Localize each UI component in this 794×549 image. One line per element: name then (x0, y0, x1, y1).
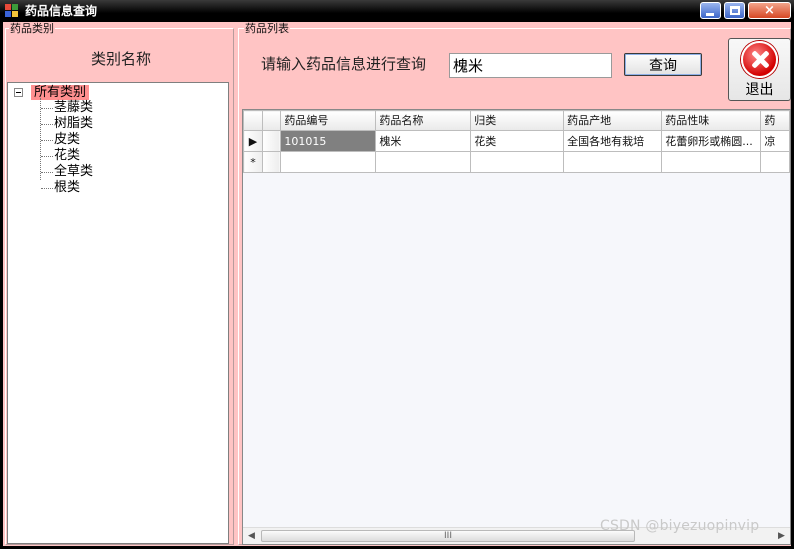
tree-node-label[interactable]: 根类 (54, 180, 80, 196)
cell-properties[interactable]: 花蕾卵形或椭圆... (661, 130, 762, 152)
new-row-cell[interactable] (470, 151, 565, 173)
watermark: CSDN @biyezuopinvip (600, 518, 760, 534)
tree-node-child[interactable]: 全草类 (8, 164, 208, 180)
scroll-right-arrow-icon[interactable]: ▶ (773, 528, 790, 544)
tree-node-child[interactable]: 皮类 (8, 132, 208, 148)
tree-node-child[interactable]: 树脂类 (8, 116, 208, 132)
tree-node-child[interactable]: 根类 (8, 180, 208, 196)
scroll-left-arrow-icon[interactable]: ◀ (243, 528, 260, 544)
cell-origin[interactable]: 全国各地有栽培 (563, 130, 663, 152)
row-header-spacer (261, 130, 282, 152)
new-row-cell[interactable] (661, 151, 762, 173)
tree-connector (41, 124, 53, 125)
cell-drug-id[interactable]: 101015 (280, 130, 377, 152)
column-header-origin[interactable]: 药品产地 (563, 110, 663, 131)
new-row-cell[interactable] (280, 151, 377, 173)
new-row-cell[interactable] (760, 151, 790, 173)
cell-drug-name[interactable]: 槐米 (375, 130, 472, 152)
title-bar: 药品信息查询 × (0, 0, 794, 22)
column-header-truncated[interactable]: 药 (760, 110, 790, 131)
category-column-header: 类别名称 (9, 36, 233, 82)
tree-node-label[interactable]: 茎藤类 (54, 100, 93, 116)
maximize-button[interactable] (724, 2, 745, 19)
scrollbar-thumb[interactable]: III (261, 530, 635, 542)
query-button[interactable]: 查询 (624, 53, 702, 76)
new-row-cell[interactable] (563, 151, 663, 173)
table-row[interactable]: ▶ 101015 槐米 花类 全国各地有栽培 花蕾卵形或椭圆... 凉 (243, 130, 790, 152)
new-row[interactable]: * (243, 151, 790, 173)
tree-connector (41, 172, 53, 173)
new-row-indicator-icon[interactable]: * (243, 151, 263, 173)
category-group-title: 药品类别 (9, 22, 55, 35)
search-prompt-label: 请输入药品信息进行查询 (261, 55, 427, 73)
column-header-id[interactable]: 药品编号 (280, 110, 377, 131)
new-row-cell[interactable] (375, 151, 472, 173)
row-header-spacer (261, 151, 282, 173)
drug-list-group-title: 药品列表 (244, 22, 290, 35)
grid-table: 药品编号 药品名称 归类 药品产地 药品性味 药 ▶ 101015 槐米 花类 … (243, 110, 790, 173)
grid-header-row: 药品编号 药品名称 归类 药品产地 药品性味 药 (243, 110, 790, 131)
minimize-icon (706, 13, 714, 16)
close-icon: × (764, 3, 775, 18)
tree-node-child[interactable]: 茎藤类 (8, 100, 208, 116)
tree-node-label[interactable]: 全草类 (54, 164, 93, 180)
cell-category[interactable]: 花类 (470, 130, 565, 152)
grid-corner[interactable] (243, 110, 263, 131)
main-window-body: 药品类别 类别名称 所有类别 茎藤类 树脂类 皮类 花类 全草类 根类 药品列表… (3, 22, 791, 546)
drug-data-grid[interactable]: 药品编号 药品名称 归类 药品产地 药品性味 药 ▶ 101015 槐米 花类 … (242, 109, 791, 545)
app-icon (5, 4, 19, 18)
tree-connector (41, 108, 53, 109)
tree-node-label[interactable]: 皮类 (54, 132, 80, 148)
column-header-category[interactable]: 归类 (470, 110, 565, 131)
column-header-name[interactable]: 药品名称 (375, 110, 472, 131)
tree-connector (41, 156, 53, 157)
exit-button[interactable]: 退出 (728, 38, 791, 101)
close-circle-icon (741, 41, 778, 78)
grid-corner (261, 110, 282, 131)
tree-connector (41, 188, 53, 189)
current-row-indicator-icon[interactable]: ▶ (243, 130, 263, 152)
cell-truncated[interactable]: 凉 (760, 130, 790, 152)
window-title: 药品信息查询 (25, 4, 98, 18)
column-header-properties[interactable]: 药品性味 (661, 110, 762, 131)
search-input[interactable] (449, 53, 612, 78)
tree-node-root[interactable]: 所有类别 (8, 84, 228, 100)
category-tree[interactable]: 所有类别 茎藤类 树脂类 皮类 花类 全草类 根类 (7, 82, 229, 544)
collapse-icon[interactable] (14, 88, 23, 97)
exit-button-label: 退出 (745, 82, 774, 98)
minimize-button[interactable] (700, 2, 721, 19)
tree-node-label[interactable]: 树脂类 (54, 116, 93, 132)
tree-connector (41, 140, 53, 141)
close-button[interactable]: × (748, 2, 791, 19)
tree-node-label[interactable]: 花类 (54, 148, 80, 164)
tree-node-child[interactable]: 花类 (8, 148, 208, 164)
maximize-icon (730, 6, 740, 15)
